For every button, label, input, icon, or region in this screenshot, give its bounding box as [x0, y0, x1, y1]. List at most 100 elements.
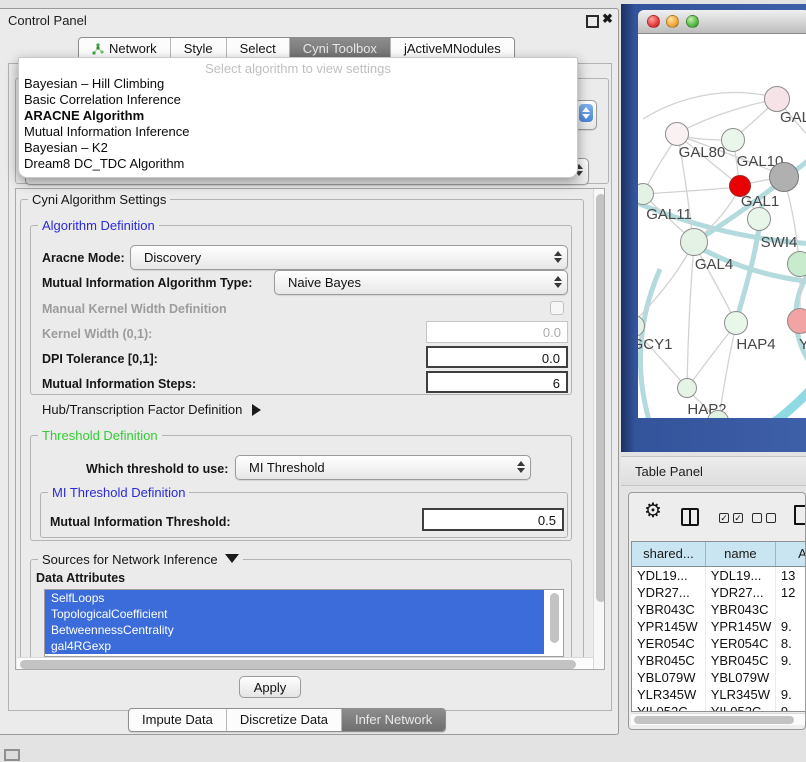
network-icon [92, 43, 104, 55]
threshold-definition-title: Threshold Definition [38, 428, 162, 443]
screen: Control Panel ✖ NetworkStyleSelectCyni T… [0, 0, 806, 762]
algorithm-option-bayesian-hill-climbing[interactable]: Bayesian – Hill Climbing [19, 76, 577, 92]
checkbox-unchecked-icon[interactable] [766, 513, 776, 523]
horizontal-scrollbar-thumb[interactable] [20, 660, 576, 669]
vertical-scrollbar[interactable] [593, 189, 605, 670]
checkbox-checked-icon[interactable]: ✓ [733, 513, 743, 523]
aracne-mode-value: Discovery [144, 250, 201, 265]
node-gal80[interactable] [665, 122, 689, 146]
network-canvas[interactable]: GALGAL80GAL10GAL1GAL11SWI4GAL4GCY1HAP4YH… [638, 34, 806, 418]
combo-stepper-icon [517, 461, 525, 473]
columns-icon[interactable] [681, 508, 699, 526]
table-cell: YBR045C [706, 652, 776, 669]
node-hap4[interactable] [724, 311, 748, 335]
network-desktop: GALGAL80GAL10GAL1GAL11SWI4GAL4GCY1HAP4YH… [621, 4, 806, 452]
table-cell [776, 669, 806, 686]
algorithm-option-bayesian-k2[interactable]: Bayesian – K2 [19, 140, 577, 156]
aracne-mode-label: Aracne Mode: [42, 251, 125, 265]
settings-scrollpane: Cyni Algorithm Settings Algorithm Defini… [15, 188, 605, 670]
float-panel-icon[interactable] [586, 15, 599, 28]
algorithm-option-aracne-algorithm[interactable]: ARACNE Algorithm [19, 108, 577, 124]
mi-threshold-field[interactable]: 0.5 [422, 508, 564, 531]
algorithm-option-basic-correlation-inference[interactable]: Basic Correlation Inference [19, 92, 577, 108]
panel-title: Control Panel [8, 13, 87, 28]
node-salmon[interactable] [787, 308, 806, 334]
node-gal-top-label: GAL [780, 109, 806, 126]
node-gal11-label: GAL11 [646, 206, 692, 223]
checkbox-unchecked-icon[interactable] [752, 513, 762, 523]
expanded-arrow-icon [225, 554, 239, 563]
node-swi4[interactable] [747, 207, 771, 231]
node-gal80-label: GAL80 [679, 144, 726, 161]
tab-infer-network[interactable]: Infer Network [342, 709, 445, 731]
attribute-item-betweennesscentrality[interactable]: BetweennessCentrality [45, 622, 544, 638]
node-gal4[interactable] [680, 228, 708, 256]
close-panel-icon[interactable]: ✖ [602, 11, 613, 27]
table-cell: 8. [776, 635, 806, 652]
aracne-mode-combobox[interactable]: Discovery [130, 245, 568, 270]
node-swi4-label: SWI4 [761, 234, 798, 251]
node-gal10[interactable] [721, 128, 745, 152]
table-row[interactable]: YDR27...YDR27...12 [632, 584, 806, 601]
kernel-width-field[interactable]: 0.0 [426, 321, 568, 343]
node-green-right[interactable] [787, 251, 806, 277]
table-row[interactable]: YPR145WYPR145W9. [632, 618, 806, 635]
attribute-item-gal4rgexp[interactable]: gal4RGexp [45, 638, 544, 654]
table-body: YDL19...YDL19...13YDR27...YDR27...12YBR0… [632, 567, 806, 712]
column-header-name[interactable]: name [706, 542, 776, 566]
checkbox-checked-icon[interactable]: ✓ [719, 513, 729, 523]
table-row[interactable]: YBL079WYBL079W [632, 669, 806, 686]
cyni-algorithm-settings-title: Cyni Algorithm Settings [28, 192, 170, 207]
gear-icon[interactable]: ⚙ [644, 498, 662, 523]
tab-discretize-data[interactable]: Discretize Data [227, 709, 342, 731]
dpi-tolerance-field[interactable]: 0.0 [426, 346, 568, 368]
which-threshold-combobox[interactable]: MI Threshold [235, 455, 531, 480]
window-minimize-icon[interactable] [666, 15, 679, 28]
combo-stepper-icon [579, 104, 593, 122]
table-row[interactable]: YDL19...YDL19...13 [632, 567, 806, 584]
table-cell: YDL19... [632, 567, 706, 584]
mi-algorithm-type-combobox[interactable]: Naive Bayes [274, 270, 568, 295]
mi-steps-label: Mutual Information Steps: [42, 377, 196, 391]
horizontal-scrollbar[interactable] [17, 657, 593, 670]
table-row[interactable]: YIL052CYIL052C9 [632, 703, 806, 712]
table-horizontal-scrollbar-thumb[interactable] [634, 716, 794, 724]
column-header-a[interactable]: A [776, 542, 806, 566]
attribute-item-selfloops[interactable]: SelfLoops [45, 590, 544, 606]
document-icon[interactable] [794, 505, 806, 525]
vertical-scrollbar-thumb[interactable] [596, 194, 606, 602]
node-gray[interactable] [769, 162, 799, 192]
data-attributes-list[interactable]: SelfLoopsTopologicalCoefficientBetweenne… [44, 589, 564, 657]
manual-kernel-width-checkbox[interactable] [550, 301, 564, 315]
apply-button[interactable]: Apply [239, 676, 301, 698]
algorithm-option-dream8-dc-tdc-algorithm[interactable]: Dream8 DC_TDC Algorithm [19, 156, 577, 172]
attributes-scrollbar-thumb[interactable] [550, 593, 559, 643]
node-gal4-label: GAL4 [695, 256, 733, 273]
algorithm-option-mutual-information-inference[interactable]: Mutual Information Inference [19, 124, 577, 140]
table-cell: 12 [776, 584, 806, 601]
sources-title[interactable]: Sources for Network Inference [38, 552, 243, 567]
node-hap2[interactable] [677, 378, 697, 398]
window-zoom-icon[interactable] [686, 15, 699, 28]
resize-grip-icon[interactable] [4, 749, 20, 761]
table-cell: 13 [776, 567, 806, 584]
table-cell: YDR27... [632, 584, 706, 601]
node-hap4-label: HAP4 [736, 336, 775, 353]
table-cell: YIL052C [706, 703, 776, 712]
dropdown-items: Bayesian – Hill ClimbingBasic Correlatio… [19, 76, 577, 172]
table-cell: YBR043C [632, 601, 706, 618]
tab-impute-data[interactable]: Impute Data [129, 709, 227, 731]
table-row[interactable]: YBR043CYBR043C [632, 601, 806, 618]
mi-steps-field[interactable]: 6 [426, 371, 568, 393]
table-cell: YLR345W [706, 686, 776, 703]
table-horizontal-scrollbar[interactable] [631, 713, 805, 725]
window-close-icon[interactable] [647, 15, 660, 28]
table-row[interactable]: YER054CYER054C8. [632, 635, 806, 652]
table-row[interactable]: YBR045CYBR045C9. [632, 652, 806, 669]
which-threshold-label: Which threshold to use: [86, 462, 228, 476]
column-header-shared-[interactable]: shared... [632, 542, 706, 566]
hub-definition-toggle[interactable]: Hub/Transcription Factor Definition [42, 402, 261, 417]
network-window-titlebar[interactable] [638, 10, 806, 34]
table-row[interactable]: YLR345WYLR345W9. [632, 686, 806, 703]
attribute-item-topologicalcoefficient[interactable]: TopologicalCoefficient [45, 606, 544, 622]
